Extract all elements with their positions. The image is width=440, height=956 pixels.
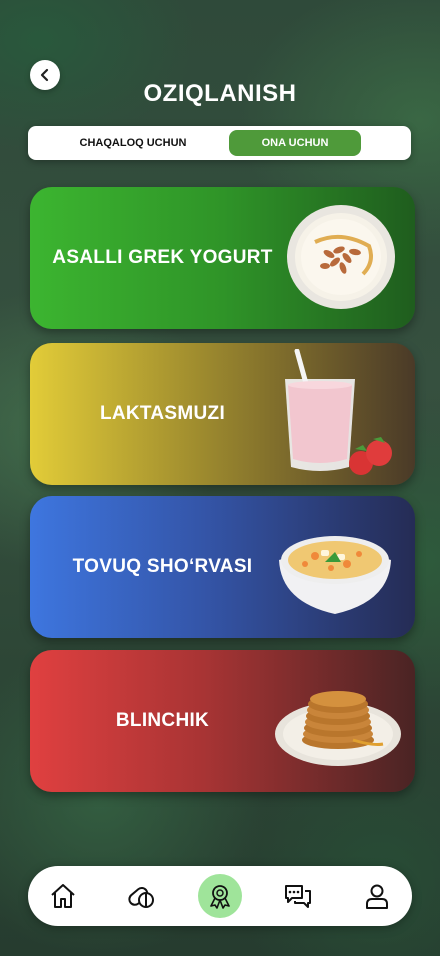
page-title: OZIQLANISH [143, 80, 297, 107]
recipe-card-yogurt[interactable]: ASALLI GREK YOGURT [30, 187, 415, 329]
nav-profile[interactable] [357, 876, 397, 916]
card-label: TOVUQ SHO‘RVASI [72, 556, 253, 577]
soup-bowl-icon [279, 536, 391, 614]
award-icon [210, 885, 230, 909]
tab-ona-uchun[interactable]: ONA UCHUN [229, 130, 361, 156]
profile-icon [366, 884, 388, 909]
recipe-card-pancakes[interactable]: BLINCHIK [30, 650, 415, 792]
card-label: BLINCHIK [115, 710, 210, 731]
bottom-nav [28, 866, 412, 926]
recipe-card-soup[interactable]: TOVUQ SHO‘RVASI [30, 496, 415, 638]
tab-bar: CHAQALOQ UCHUN ONA UCHUN [28, 126, 411, 160]
nav-home[interactable] [43, 876, 83, 916]
recipe-card-smoothie[interactable]: LAKTASMUZI [30, 343, 415, 485]
home-icon [51, 884, 75, 908]
smoothie-glass-icon [285, 349, 392, 475]
pills-icon [128, 886, 154, 908]
nav-award[interactable] [198, 874, 242, 918]
nav-chat[interactable] [278, 876, 318, 916]
tab-chaqaloq-uchun[interactable]: CHAQALOQ UCHUN [48, 130, 218, 156]
yogurt-bowl-icon [287, 205, 395, 309]
nav-pills[interactable] [121, 876, 161, 916]
card-label: LAKTASMUZI [99, 403, 226, 424]
card-label: ASALLI GREK YOGURT [52, 247, 273, 268]
pancakes-icon [275, 691, 401, 766]
chat-icon [285, 885, 311, 908]
